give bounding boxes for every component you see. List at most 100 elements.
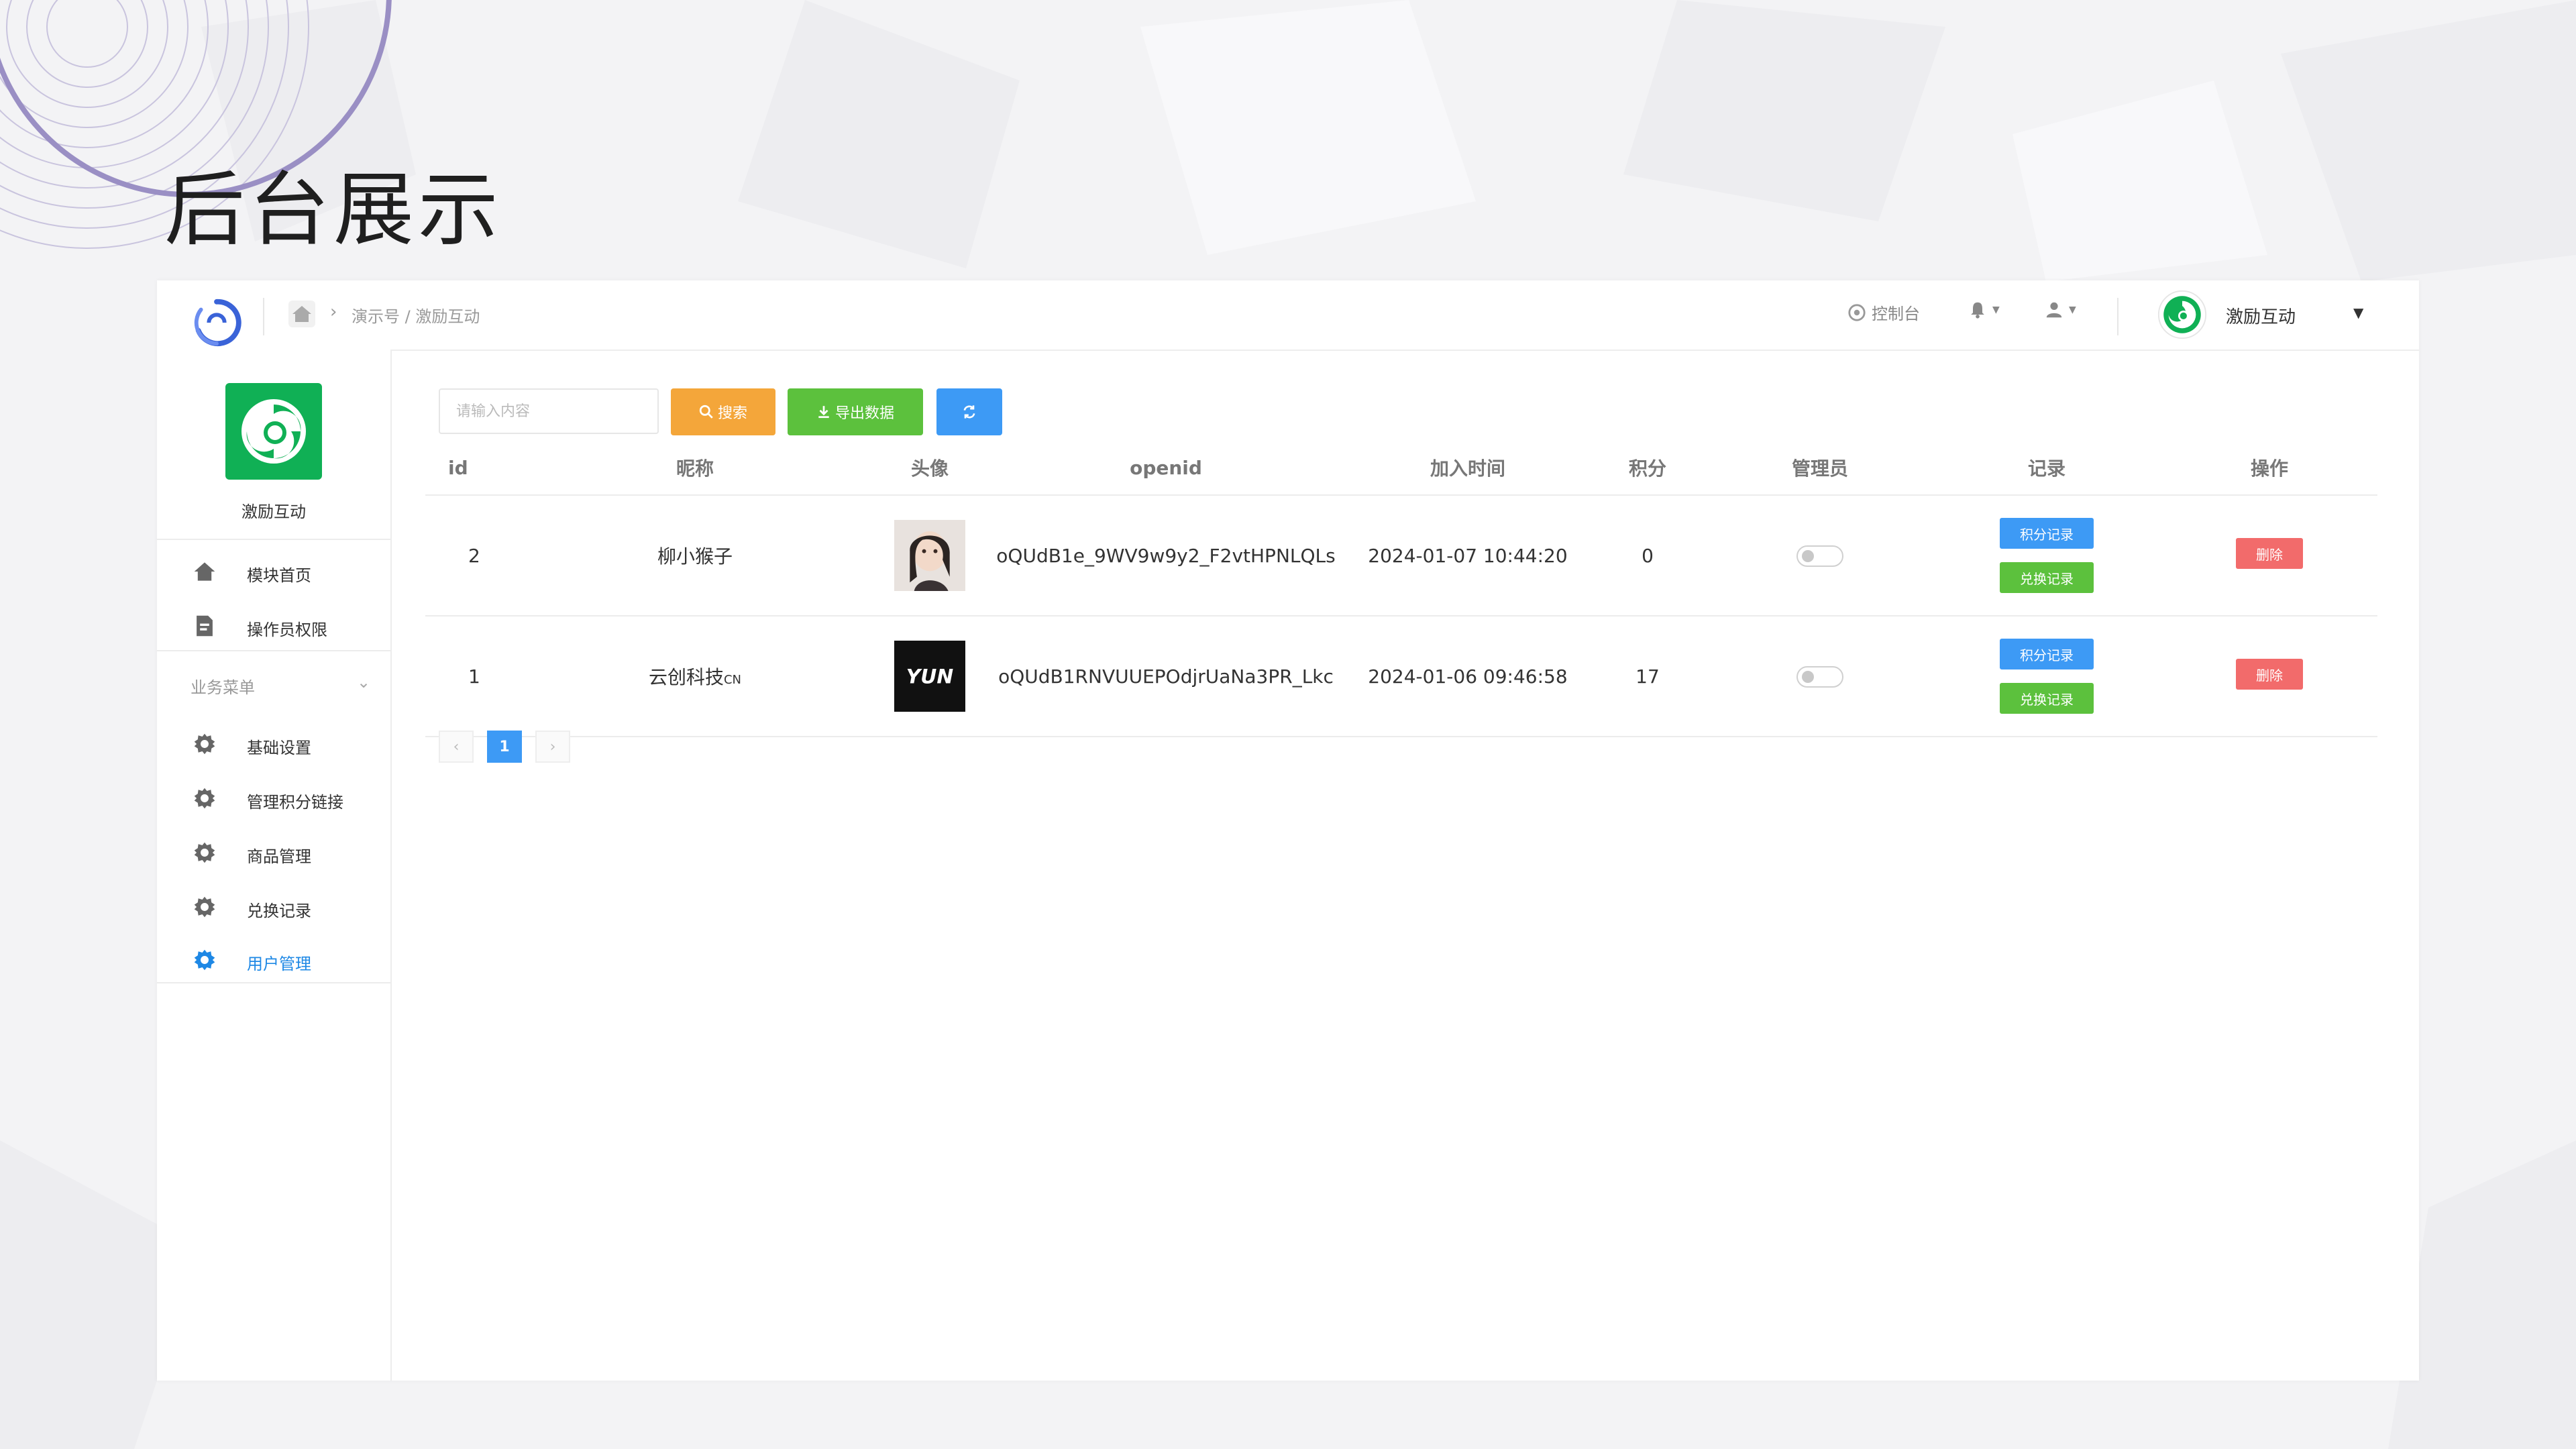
topbar-divider [2117, 298, 2118, 335]
bell-icon [1971, 302, 1984, 319]
column-header: openid [983, 441, 1348, 496]
sidebar-divider [157, 650, 390, 651]
sidebar-item-label: 用户管理 [247, 955, 311, 973]
sidebar-divider [157, 539, 390, 540]
table-row: 2 柳小猴子 oQUdB1e_9WV9w9y2_F2vtHPNLQLs 2024… [425, 495, 2377, 616]
admin-toggle-cell [1708, 495, 1932, 616]
user-id: 1 [425, 616, 514, 737]
points-record-button[interactable]: 积分记录 [2000, 518, 2094, 549]
dashboard-icon [1848, 303, 1866, 321]
user-openid: oQUdB1RNVUUEPOdjrUaNa3PR_Lkc [983, 616, 1348, 737]
slide-title: 后台展示 [164, 164, 502, 257]
caret-down-icon: ▼ [1992, 305, 2000, 315]
gear-icon [194, 896, 215, 918]
sidebar-item-products[interactable]: 商品管理 [157, 828, 390, 875]
gear-icon [194, 788, 215, 809]
document-edit-icon [197, 615, 213, 637]
user-openid: oQUdB1e_9WV9w9y2_F2vtHPNLQLs [983, 495, 1348, 616]
admin-toggle[interactable] [1796, 545, 1843, 567]
sidebar-item-operator-permissions[interactable]: 操作员权限 [157, 602, 390, 649]
user-avatar [894, 520, 965, 591]
delete-button[interactable]: 删除 [2236, 659, 2303, 690]
sidebar-item-label: 商品管理 [247, 847, 311, 866]
gear-icon [194, 842, 215, 863]
app-logo-icon[interactable] [191, 297, 243, 349]
caret-down-icon[interactable]: ▼ [2353, 305, 2363, 321]
search-icon [699, 405, 713, 419]
redeem-record-button[interactable]: 兑换记录 [2000, 562, 2094, 593]
user-points: 0 [1587, 495, 1708, 616]
page-button[interactable]: 1 [487, 731, 522, 763]
topbar-divider [263, 298, 264, 335]
column-header: 操作 [2161, 441, 2377, 496]
redeem-record-button[interactable]: 兑换记录 [2000, 683, 2094, 714]
user-joined-time: 2024-01-06 09:46:58 [1348, 616, 1587, 737]
account-name[interactable]: 激励互动 [2226, 303, 2296, 328]
module-logo [225, 383, 322, 480]
chevron-right-icon: › [330, 302, 337, 322]
console-label: 控制台 [1872, 305, 1920, 323]
sidebar-item-label: 基础设置 [247, 739, 311, 757]
sidebar-group-title[interactable]: 业务菜单 [191, 674, 255, 698]
actions-cell: 删除 [2161, 495, 2377, 616]
user-nickname: 云创科技 [648, 666, 724, 688]
table-header-row: id 昵称 头像 openid 加入时间 积分 管理员 记录 操作 [425, 441, 2377, 496]
next-page-button[interactable]: › [535, 731, 570, 763]
pagination: ‹ 1 › [439, 731, 570, 763]
export-button[interactable]: 导出数据 [788, 388, 923, 435]
column-header: 记录 [1932, 441, 2161, 496]
records-cell: 积分记录 兑换记录 [1932, 495, 2161, 616]
sidebar-item-label: 兑换记录 [247, 902, 311, 920]
download-icon [818, 406, 829, 419]
prev-page-button[interactable]: ‹ [439, 731, 474, 763]
column-header: 昵称 [514, 441, 876, 496]
search-input[interactable] [439, 388, 659, 434]
refresh-button[interactable] [936, 388, 1002, 435]
home-icon [194, 562, 215, 581]
notifications-dropdown[interactable]: ▼ [1968, 301, 2000, 319]
user-avatar: YUN [894, 641, 965, 712]
sidebar-item-module-home[interactable]: 模块首页 [157, 547, 390, 594]
admin-panel: › 演示号 / 激励互动 控制台 ▼ ▼ 激励互动 ▼ 激励互动 模块首页 操作… [157, 280, 2419, 1381]
export-button-label: 导出数据 [835, 405, 894, 422]
column-header: 积分 [1587, 441, 1708, 496]
sidebar-item-redeem-records[interactable]: 兑换记录 [157, 883, 390, 930]
user-joined-time: 2024-01-07 10:44:20 [1348, 495, 1587, 616]
user-nickname: 柳小猴子 [514, 495, 876, 616]
actions-cell: 删除 [2161, 616, 2377, 737]
admin-toggle-cell [1708, 616, 1932, 737]
user-icon [2046, 302, 2062, 318]
user-id: 2 [425, 495, 514, 616]
table-row: 1 云创科技CN YUN oQUdB1RNVUUEPOdjrUaNa3PR_Lk… [425, 616, 2377, 737]
sidebar-item-user-management[interactable]: 用户管理 [157, 936, 390, 983]
user-avatar-cell: YUN [876, 616, 983, 737]
admin-toggle[interactable] [1796, 666, 1843, 688]
search-button[interactable]: 搜索 [671, 388, 775, 435]
user-avatar-cell [876, 495, 983, 616]
top-bar: › 演示号 / 激励互动 控制台 ▼ ▼ 激励互动 ▼ [157, 280, 2419, 351]
sidebar-item-basic-settings[interactable]: 基础设置 [157, 720, 390, 767]
module-name: 激励互动 [241, 502, 306, 521]
sidebar-divider [157, 982, 390, 983]
user-points: 17 [1587, 616, 1708, 737]
column-header: 头像 [876, 441, 983, 496]
user-nickname-suffix: CN [723, 673, 742, 687]
sidebar-item-label: 模块首页 [247, 566, 311, 585]
sidebar-item-label: 操作员权限 [247, 621, 327, 639]
delete-button[interactable]: 删除 [2236, 538, 2303, 570]
chevron-down-icon[interactable]: ⌄ [357, 673, 370, 692]
column-header: id [425, 441, 514, 496]
column-header: 加入时间 [1348, 441, 1587, 496]
breadcrumb[interactable]: 演示号 / 激励互动 [352, 303, 480, 327]
gear-icon [194, 733, 215, 755]
avatar-logo-text: YUN [906, 665, 954, 688]
user-nickname-cell: 云创科技CN [514, 616, 876, 737]
sidebar-item-points-links[interactable]: 管理积分链接 [157, 774, 390, 821]
console-link[interactable]: 控制台 [1847, 301, 1920, 324]
sidebar-item-label: 管理积分链接 [247, 793, 343, 812]
user-dropdown[interactable]: ▼ [2045, 301, 2076, 319]
caret-down-icon: ▼ [2069, 305, 2076, 315]
points-record-button[interactable]: 积分记录 [2000, 639, 2094, 669]
account-avatar[interactable] [2157, 290, 2207, 339]
home-icon[interactable] [288, 301, 315, 327]
